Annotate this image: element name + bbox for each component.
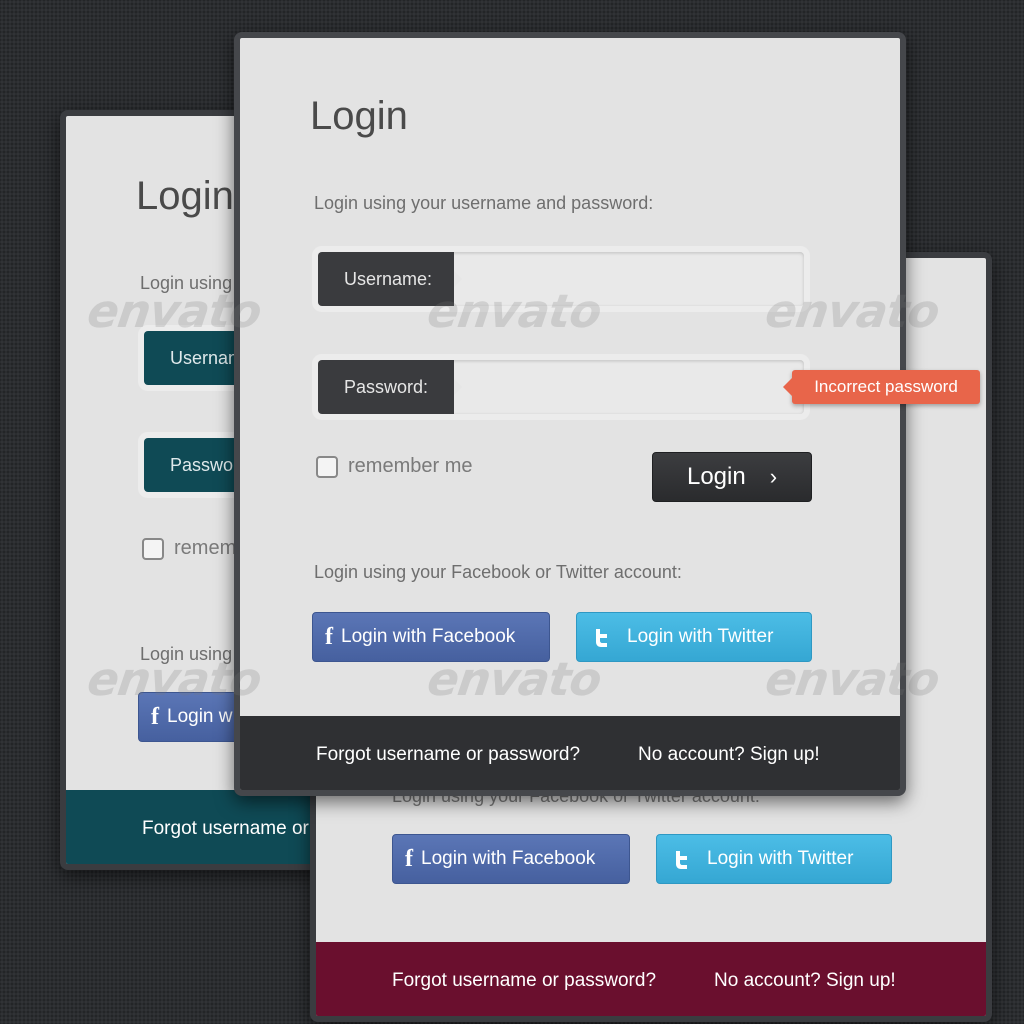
twitter-login-button[interactable]: Login with Twitter bbox=[576, 612, 812, 662]
remember-checkbox[interactable] bbox=[316, 456, 338, 478]
signup-link[interactable]: No account? Sign up! bbox=[638, 744, 820, 766]
card-subtitle: Login using bbox=[140, 273, 233, 293]
chevron-right-icon: › bbox=[769, 464, 778, 489]
forgot-link[interactable]: Forgot username or bbox=[142, 818, 309, 840]
facebook-button-label: Login with Facebook bbox=[421, 848, 596, 869]
signup-link[interactable]: No account? Sign up! bbox=[714, 970, 896, 992]
remember-checkbox[interactable] bbox=[142, 538, 164, 560]
social-hint: Login using your Facebook or Twitter acc… bbox=[314, 562, 682, 582]
facebook-login-button[interactable]: f Login with Facebook bbox=[312, 612, 550, 662]
remember-label: remember me bbox=[348, 455, 473, 477]
twitter-login-button[interactable]: Login with Twitter bbox=[656, 834, 892, 884]
error-badge-text: Incorrect password bbox=[814, 377, 958, 396]
twitter-button-label: Login with Twitter bbox=[627, 626, 774, 647]
stage: Login Login using Usernam Passwo rememb … bbox=[10, 0, 1014, 1024]
password-label: Password: bbox=[318, 360, 462, 414]
forgot-link[interactable]: Forgot username or password? bbox=[392, 970, 656, 992]
card-subtitle: Login using your username and password: bbox=[314, 193, 654, 213]
facebook-icon: f bbox=[405, 845, 413, 872]
password-field[interactable]: Password: bbox=[318, 360, 804, 414]
username-label: Usernam bbox=[170, 348, 244, 368]
username-field[interactable]: Username: bbox=[318, 252, 804, 306]
error-badge: Incorrect password bbox=[783, 370, 980, 404]
card-footer: Forgot username or password? No account?… bbox=[240, 716, 900, 790]
facebook-button-label: Login with Facebook bbox=[341, 626, 516, 647]
login-card-dark: Login Login using your username and pass… bbox=[234, 32, 906, 796]
password-input[interactable] bbox=[454, 360, 804, 414]
card-footer: Forgot username or bbox=[66, 790, 326, 864]
username-label: Username: bbox=[318, 252, 462, 306]
twitter-icon bbox=[673, 849, 693, 869]
card-title: Login bbox=[136, 174, 234, 218]
social-hint: Login using bbox=[140, 644, 233, 664]
card-title: Login bbox=[310, 94, 408, 138]
username-input[interactable] bbox=[454, 252, 804, 306]
twitter-button-label: Login with Twitter bbox=[707, 848, 854, 869]
login-button-label: Login bbox=[686, 463, 746, 490]
forgot-link[interactable]: Forgot username or password? bbox=[316, 744, 580, 766]
error-arrow bbox=[783, 378, 792, 396]
password-label: Passwo bbox=[170, 455, 234, 475]
facebook-icon: f bbox=[325, 623, 333, 650]
facebook-login-button[interactable]: f Login with Facebook bbox=[392, 834, 630, 884]
facebook-icon: f bbox=[151, 703, 159, 730]
login-button[interactable]: Login › bbox=[652, 452, 812, 502]
facebook-button-label: Login w bbox=[167, 706, 233, 727]
card-footer: Forgot username or password? No account?… bbox=[316, 942, 986, 1016]
twitter-icon bbox=[593, 627, 613, 647]
